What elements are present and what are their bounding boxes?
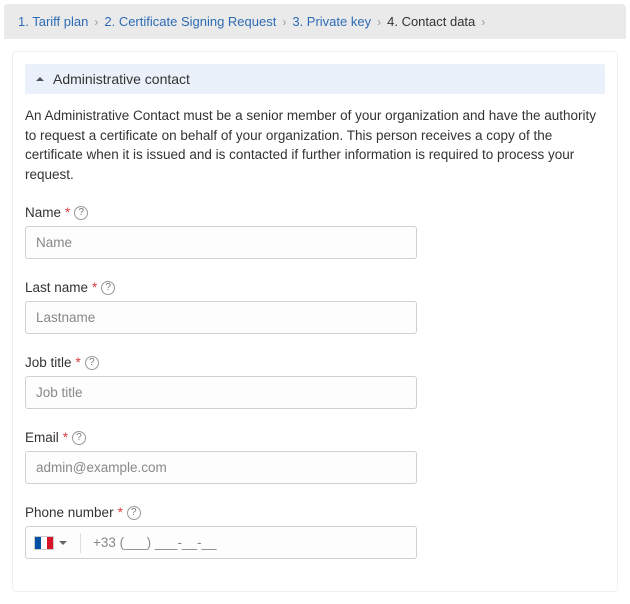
label-text-phone: Phone number (25, 505, 114, 520)
field-name: Name * ? (25, 204, 605, 259)
help-icon[interactable]: ? (74, 206, 88, 220)
required-marker: * (63, 430, 68, 445)
help-icon[interactable]: ? (72, 431, 86, 445)
label-jobtitle: Job title * ? (25, 355, 99, 370)
help-icon[interactable]: ? (85, 356, 99, 370)
section-title: Administrative contact (53, 71, 190, 87)
name-input[interactable] (25, 226, 417, 259)
label-text-name: Name (25, 205, 61, 220)
chevron-right-icon: › (94, 15, 98, 29)
phone-input-group (25, 526, 417, 559)
help-icon[interactable]: ? (127, 506, 141, 520)
chevron-down-icon (58, 538, 68, 548)
required-marker: * (65, 205, 70, 220)
breadcrumb-step-csr[interactable]: 2. Certificate Signing Request (104, 14, 276, 29)
field-jobtitle: Job title * ? (25, 354, 605, 409)
chevron-right-icon: › (282, 15, 286, 29)
section-description: An Administrative Contact must be a seni… (25, 106, 605, 184)
country-selector[interactable] (32, 534, 70, 552)
breadcrumb: 1. Tariff plan › 2. Certificate Signing … (4, 4, 626, 39)
breadcrumb-step-private-key[interactable]: 3. Private key (292, 14, 371, 29)
lastname-input[interactable] (25, 301, 417, 334)
divider (80, 533, 81, 553)
chevron-right-icon: › (481, 15, 485, 29)
phone-input[interactable] (91, 531, 410, 554)
flag-icon (34, 536, 54, 550)
required-marker: * (118, 505, 123, 520)
label-text-lastname: Last name (25, 280, 88, 295)
field-email: Email * ? (25, 429, 605, 484)
field-phone: Phone number * ? (25, 504, 605, 559)
label-text-jobtitle: Job title (25, 355, 72, 370)
field-lastname: Last name * ? (25, 279, 605, 334)
label-phone: Phone number * ? (25, 505, 141, 520)
chevron-right-icon: › (377, 15, 381, 29)
label-name: Name * ? (25, 205, 88, 220)
section-header-admin-contact[interactable]: Administrative contact (25, 64, 605, 94)
help-icon[interactable]: ? (101, 281, 115, 295)
breadcrumb-step-contact-data[interactable]: 4. Contact data (387, 14, 475, 29)
label-text-email: Email (25, 430, 59, 445)
email-input[interactable] (25, 451, 417, 484)
chevron-up-icon (35, 74, 45, 84)
label-lastname: Last name * ? (25, 280, 115, 295)
jobtitle-input[interactable] (25, 376, 417, 409)
label-email: Email * ? (25, 430, 86, 445)
contact-form-card: Administrative contact An Administrative… (12, 51, 618, 592)
required-marker: * (76, 355, 81, 370)
breadcrumb-step-tariff[interactable]: 1. Tariff plan (18, 14, 88, 29)
required-marker: * (92, 280, 97, 295)
